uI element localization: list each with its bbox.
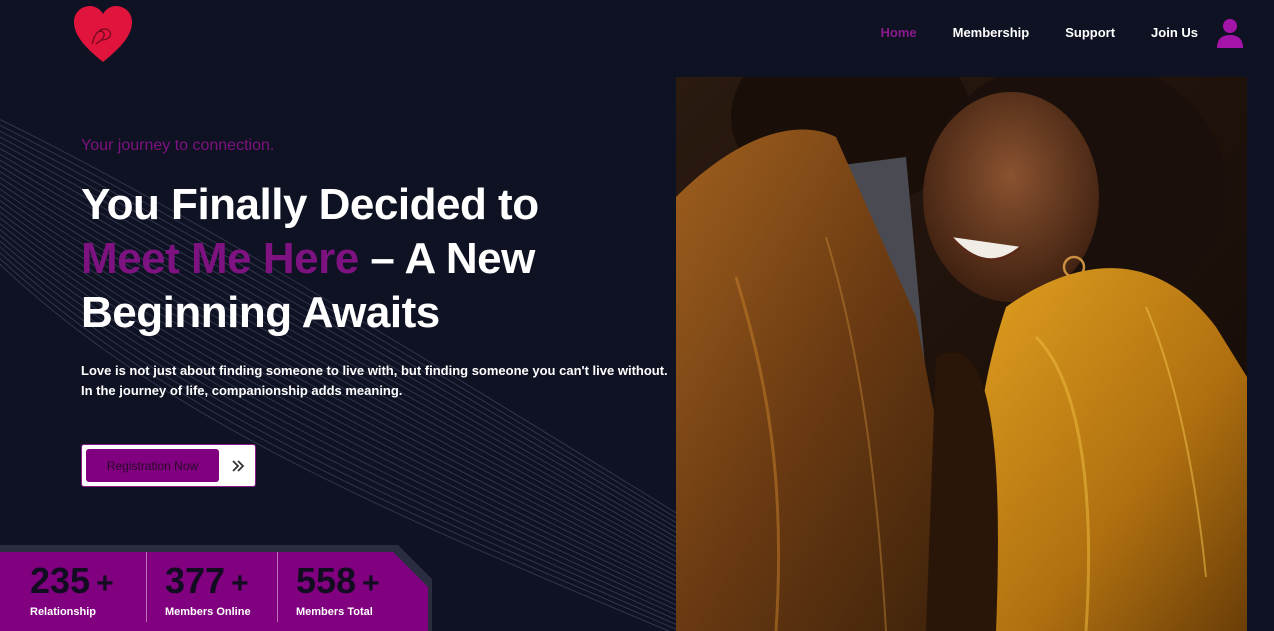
stats-row: 235 + Relationship 377 + Members Online … (0, 552, 427, 631)
nav-support[interactable]: Support (1065, 18, 1115, 48)
headline-line1: You Finally Decided to (81, 180, 539, 229)
double-chevron-right-icon[interactable] (231, 459, 245, 473)
nav-membership[interactable]: Membership (953, 18, 1030, 48)
page: Home Membership Support Join Us Your jou… (0, 0, 1274, 631)
description-line1: Love is not just about finding someone t… (81, 363, 668, 378)
user-icon[interactable] (1216, 18, 1244, 48)
description-line2: In the journey of life, companionship ad… (81, 383, 403, 398)
stat-members-total: 558 + Members Total (277, 552, 427, 622)
registration-button[interactable]: Registration Now (86, 449, 219, 482)
stat-value: 558 (296, 560, 357, 601)
registration-cta: Registration Now (81, 444, 256, 487)
main-nav: Home Membership Support Join Us (845, 18, 1245, 48)
stat-value: 235 (30, 560, 91, 601)
stat-value: 377 (165, 560, 226, 601)
hero-description: Love is not just about finding someone t… (81, 361, 681, 401)
heart-logo-icon[interactable] (72, 4, 134, 64)
headline-accent: Meet Me Here (81, 234, 359, 283)
nav-home[interactable]: Home (881, 18, 917, 48)
stat-label: Members Online (165, 606, 251, 618)
nav-join-us[interactable]: Join Us (1151, 18, 1198, 48)
stat-label: Members Total (296, 606, 373, 618)
stat-plus: + (231, 567, 249, 600)
hero-tagline: Your journey to connection. (81, 137, 275, 154)
stat-plus: + (96, 567, 114, 600)
stat-label: Relationship (30, 606, 97, 618)
hero-headline: You Finally Decided to Meet Me Here – A … (81, 178, 641, 340)
stat-relationship: 235 + Relationship (0, 552, 146, 622)
couple-photo (676, 77, 1247, 631)
stat-members-online: 377 + Members Online (146, 552, 277, 622)
stat-plus: + (362, 567, 380, 600)
